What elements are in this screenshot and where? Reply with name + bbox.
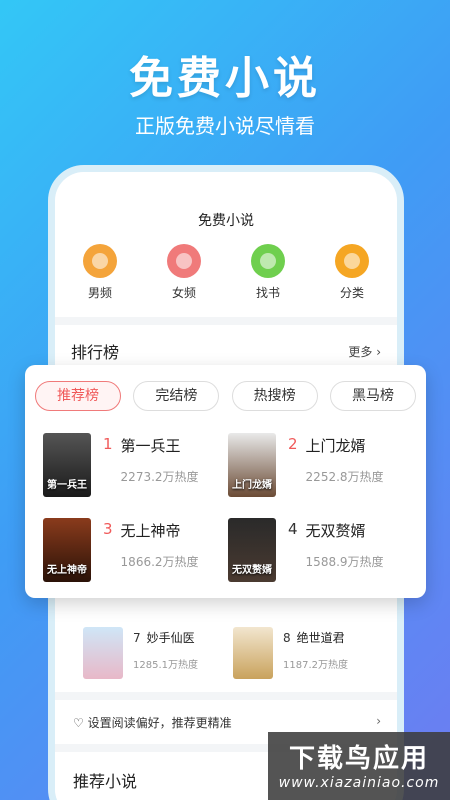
book-heat: 1285.1万热度: [133, 660, 198, 671]
book-rank-number: 8: [283, 631, 291, 645]
tab-recommend[interactable]: 推荐榜: [35, 381, 121, 411]
book-name: 妙手仙医: [146, 631, 195, 645]
find-book-icon: [251, 244, 285, 278]
ranked-book[interactable]: 无双赘婿 4 无双赘婿 1588.9万热度: [228, 518, 384, 582]
nav-label-find: 找书: [255, 286, 280, 300]
ranking-title: 排行榜: [71, 343, 120, 362]
book-rank-number: 3: [103, 520, 113, 538]
ranked-book[interactable]: 上门龙婿 2 上门龙婿 2252.8万热度: [228, 433, 384, 497]
book-heat: 1588.9万热度: [305, 555, 384, 569]
book-name: 无上神帝: [120, 522, 181, 540]
book-heat: 1187.2万热度: [283, 660, 348, 671]
nav-item-category[interactable]: 分类: [317, 244, 387, 301]
tab-hot-search[interactable]: 热搜榜: [231, 381, 318, 411]
book-rank-number: 4: [288, 520, 298, 538]
nav-label-male: 男频: [87, 286, 112, 300]
book-cover: 第一兵王: [43, 433, 91, 497]
book-cover: 无双赘婿: [228, 518, 276, 582]
book-cover: 上门龙婿: [228, 433, 276, 497]
ranking-more-list: 7 妙手仙医 1285.1万热度 8 绝世道君 1187.2万热度: [55, 597, 397, 692]
ranking-more-link[interactable]: 更多 ›: [348, 343, 381, 360]
female-channel-icon: [167, 244, 201, 278]
app-header: 免费小说 男频 女频 找书 分类: [55, 172, 397, 317]
nav-item-female[interactable]: 女频: [149, 244, 219, 301]
watermark-cn: 下载鸟应用: [288, 744, 429, 774]
chevron-right-icon: ›: [376, 714, 381, 728]
ranking-card: 推荐榜 完结榜 热搜榜 黑马榜 第一兵王 1 第一兵王 2273.2万热度 上门…: [25, 365, 426, 598]
recommend-title: 推荐小说: [73, 772, 138, 791]
nav-item-male[interactable]: 男频: [65, 244, 135, 301]
nav-label-category: 分类: [339, 286, 364, 300]
hero-subtitle: 正版免费小说尽情看: [135, 114, 315, 138]
book-name: 绝世道君: [296, 631, 345, 645]
book-cover: 无上神帝: [43, 518, 91, 582]
nav-label-female: 女频: [171, 286, 196, 300]
nav-item-find[interactable]: 找书: [233, 244, 303, 301]
book-rank-number: 7: [133, 631, 141, 645]
cover-title: 上门龙婿: [232, 480, 272, 491]
preference-text: ♡ 设置阅读偏好，推荐更精准: [73, 716, 232, 730]
tab-dark-horse[interactable]: 黑马榜: [329, 381, 416, 411]
watermark-en: www.xiazainiao.com: [278, 775, 440, 791]
book-rank-number: 1: [103, 435, 113, 453]
watermark: 下载鸟应用 www.xiazainiao.com: [268, 732, 450, 800]
app-title: 免费小说: [198, 213, 254, 229]
book-rank-number: 2: [288, 435, 298, 453]
ranked-book[interactable]: 第一兵王 1 第一兵王 2273.2万热度: [43, 433, 199, 497]
category-icon: [335, 244, 369, 278]
list-item[interactable]: 8 绝世道君 1187.2万热度: [233, 627, 348, 679]
ranking-tabs: 推荐榜 完结榜 热搜榜 黑马榜: [35, 381, 416, 411]
hero-title: 免费小说: [129, 53, 321, 104]
book-cover: [83, 627, 123, 679]
male-channel-icon: [83, 244, 117, 278]
list-item[interactable]: 7 妙手仙医 1285.1万热度: [83, 627, 198, 679]
ranked-book[interactable]: 无上神帝 3 无上神帝 1866.2万热度: [43, 518, 199, 582]
book-heat: 1866.2万热度: [120, 555, 199, 569]
book-heat: 2273.2万热度: [120, 470, 199, 484]
tab-completed[interactable]: 完结榜: [133, 381, 220, 411]
book-cover: [233, 627, 273, 679]
cover-title: 无双赘婿: [232, 565, 272, 576]
book-name: 上门龙婿: [305, 437, 366, 455]
cover-title: 无上神帝: [47, 565, 87, 576]
book-heat: 2252.8万热度: [305, 470, 384, 484]
cover-title: 第一兵王: [47, 480, 87, 491]
book-name: 第一兵王: [120, 437, 181, 455]
book-name: 无双赘婿: [305, 522, 366, 540]
channel-nav: 男频 女频 找书 分类: [65, 244, 387, 301]
